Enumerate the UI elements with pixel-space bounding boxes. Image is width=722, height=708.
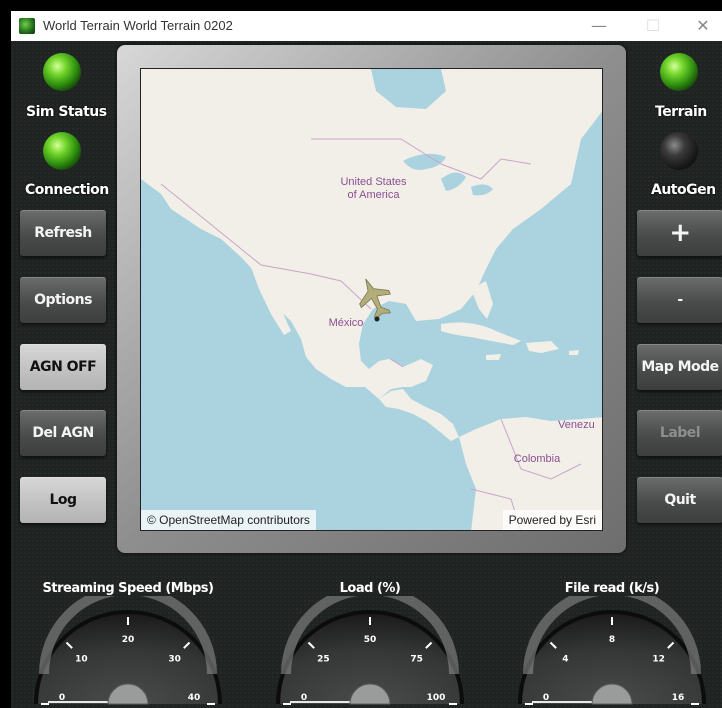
- map-mode-button[interactable]: Map Mode: [637, 344, 722, 390]
- maximize-button[interactable]: ☐: [638, 15, 668, 37]
- zoom-out-button[interactable]: -: [637, 277, 722, 323]
- gauge-tick-label: 40: [188, 693, 201, 703]
- agn-off-button[interactable]: AGN OFF: [20, 344, 106, 390]
- gauge-dial: 0255075100: [276, 596, 464, 705]
- app-icon: [19, 18, 35, 34]
- app-window: World Terrain World Terrain 0202 — ☐ ✕ S…: [11, 11, 722, 708]
- refresh-button[interactable]: Refresh: [20, 210, 106, 256]
- gauge-tick-label: 25: [317, 654, 330, 664]
- connection-label: Connection: [25, 182, 109, 198]
- gauge-tick-label: 16: [672, 693, 685, 703]
- log-button[interactable]: Log: [20, 477, 106, 523]
- gauge-tick-label: 12: [652, 654, 665, 664]
- terrain-label: Terrain: [655, 104, 707, 120]
- map-view[interactable]: United States of America México Colombia…: [140, 68, 603, 531]
- map-frame: United States of America México Colombia…: [117, 45, 626, 553]
- gauge-dial: 0481216: [518, 596, 706, 705]
- gauge-tick-label: 75: [410, 654, 423, 664]
- autogen-label: AutoGen: [651, 182, 716, 198]
- gauge-tick-label: 20: [122, 635, 135, 645]
- zoom-in-button[interactable]: +: [637, 210, 722, 256]
- label-button[interactable]: Label: [637, 410, 722, 456]
- gauge-tick-label: 8: [609, 635, 615, 645]
- gauge-tick-label: 30: [168, 654, 181, 664]
- map-attribution-esri[interactable]: Powered by Esri: [502, 510, 602, 530]
- autogen-led-icon: [660, 132, 698, 170]
- sim-status-label: Sim Status: [26, 104, 107, 120]
- options-button[interactable]: Options: [20, 277, 106, 323]
- gauge-file-read: 0 4 8 12 16: [517, 596, 707, 708]
- jet-aircraft-icon: [359, 278, 391, 322]
- map-label-usa-line1: United States: [340, 176, 407, 188]
- gauge-title-streaming-speed: Streaming Speed (Mbps): [42, 581, 214, 596]
- map-label-venezuela: Venezu: [558, 419, 595, 431]
- map-attribution-osm[interactable]: © OpenStreetMap contributors: [141, 510, 316, 530]
- gauge-tick-label: 4: [562, 654, 568, 664]
- connection-led-icon: [43, 132, 81, 170]
- window-title: World Terrain World Terrain 0202: [43, 18, 233, 33]
- del-agn-button[interactable]: Del AGN: [20, 410, 106, 456]
- gauge-tick-label: 10: [75, 654, 88, 664]
- map-label-usa-line2: of America: [347, 189, 400, 201]
- quit-button[interactable]: Quit: [637, 477, 722, 523]
- minimize-button[interactable]: —: [584, 15, 614, 37]
- terrain-led-icon: [660, 53, 698, 91]
- map-label-colombia: Colombia: [513, 453, 561, 465]
- gauge-dial: 010203040: [34, 596, 222, 705]
- title-bar: World Terrain World Terrain 0202 — ☐ ✕: [11, 11, 722, 41]
- gauge-load: 0 25 50 75 100: [275, 596, 465, 708]
- gauge-tick-label: 50: [364, 635, 377, 645]
- gauge-tick-label: 100: [427, 693, 446, 703]
- gauge-title-load: Load (%): [339, 581, 401, 596]
- sim-status-led-icon: [43, 53, 81, 91]
- gauge-streaming-speed: 0 10 20 30 40: [33, 596, 223, 708]
- gauge-title-file-read: File read (k/s): [564, 581, 660, 596]
- close-button[interactable]: ✕: [688, 15, 718, 37]
